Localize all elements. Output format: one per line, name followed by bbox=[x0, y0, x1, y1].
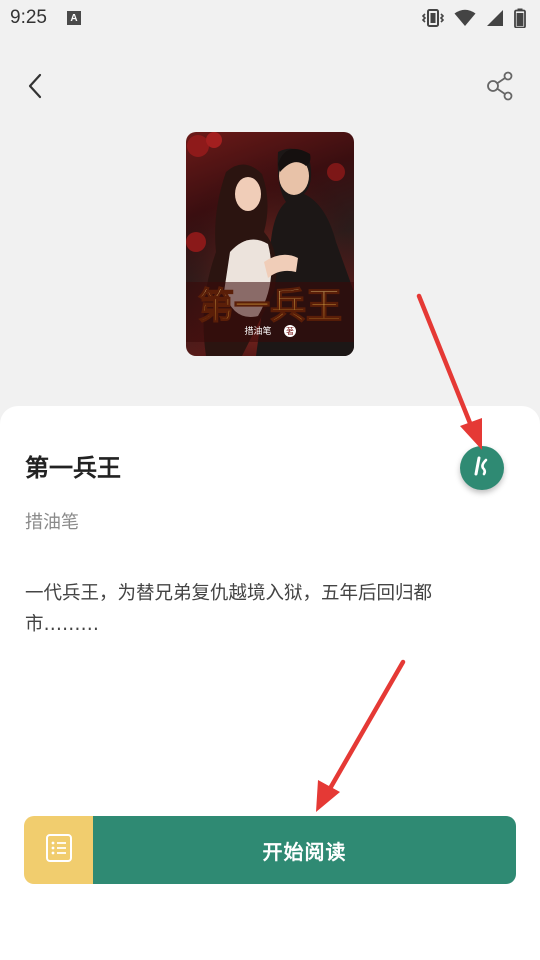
wifi-icon bbox=[454, 9, 476, 27]
signal-icon bbox=[486, 9, 504, 27]
notification-badge: A bbox=[66, 11, 81, 25]
catalog-list-icon bbox=[45, 833, 73, 867]
catalog-button[interactable] bbox=[24, 816, 93, 884]
status-time: 9:25 bbox=[10, 7, 47, 28]
battery-icon bbox=[514, 8, 526, 28]
cover-title: 第一兵王 bbox=[198, 285, 342, 327]
listen-icon bbox=[471, 455, 493, 481]
listen-button[interactable] bbox=[460, 446, 504, 490]
book-cover[interactable]: 第一兵王 措油笔 著 bbox=[186, 132, 354, 356]
vibrate-icon bbox=[422, 9, 444, 27]
share-icon bbox=[486, 71, 514, 105]
share-button[interactable] bbox=[484, 71, 516, 105]
back-button[interactable] bbox=[20, 72, 52, 104]
start-reading-button[interactable]: 开始阅读 bbox=[93, 816, 516, 884]
book-title: 第一兵王 bbox=[25, 453, 121, 482]
book-description: 一代兵王，为替兄弟复仇越境入狱，五年后回归都市……… bbox=[25, 583, 433, 635]
cover-illustration: 第一兵王 措油笔 著 bbox=[186, 132, 354, 356]
book-author[interactable]: 措油笔 bbox=[25, 508, 79, 534]
action-bar: 开始阅读 bbox=[24, 816, 516, 884]
chevron-left-icon bbox=[26, 73, 46, 103]
status-bar: 9:25 A bbox=[0, 0, 540, 36]
cover-author: 措油笔 bbox=[244, 325, 271, 337]
cover-author-suffix: 著 bbox=[286, 326, 294, 336]
